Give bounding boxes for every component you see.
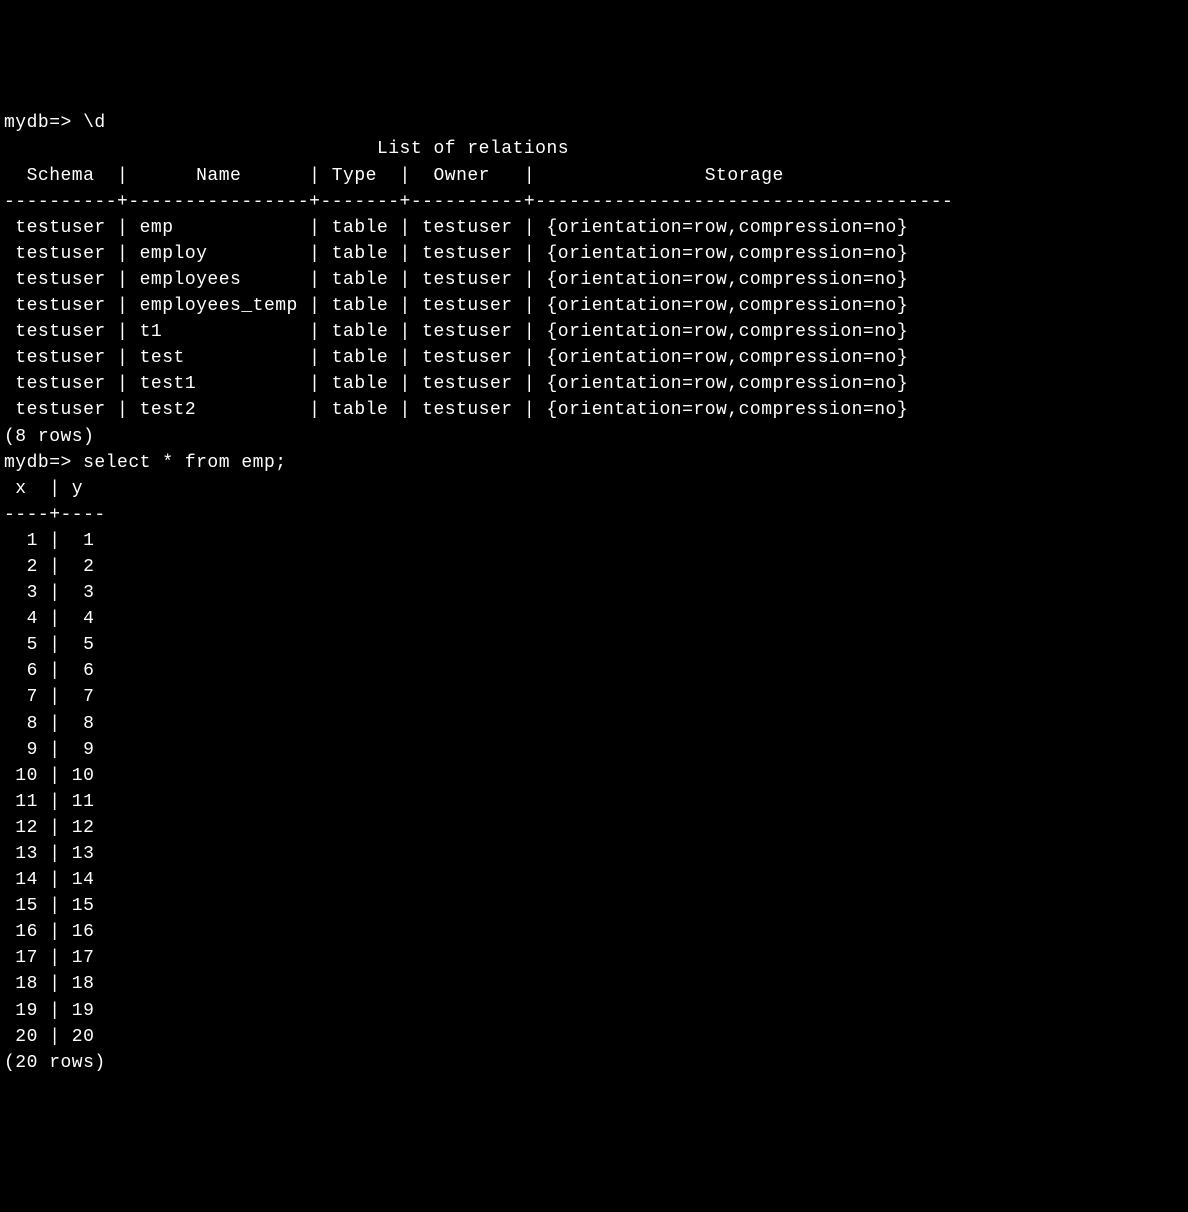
emp-row: 14 | 14 [4, 867, 1184, 893]
emp-row: 4 | 4 [4, 606, 1184, 632]
terminal-output[interactable]: mydb=> \d List of relations Schema | Nam… [4, 110, 1184, 1075]
emp-row: 12 | 12 [4, 815, 1184, 841]
relations-title: List of relations [4, 136, 1184, 162]
relations-row: testuser | employees_temp | table | test… [4, 293, 1184, 319]
emp-sep: ----+---- [4, 502, 1184, 528]
emp-row: 18 | 18 [4, 971, 1184, 997]
emp-row: 6 | 6 [4, 658, 1184, 684]
emp-row: 3 | 3 [4, 580, 1184, 606]
relations-row: testuser | t1 | table | testuser | {orie… [4, 319, 1184, 345]
emp-row: 5 | 5 [4, 632, 1184, 658]
emp-row: 7 | 7 [4, 684, 1184, 710]
relations-row: testuser | test | table | testuser | {or… [4, 345, 1184, 371]
relations-row: testuser | employ | table | testuser | {… [4, 241, 1184, 267]
prompt-line-2[interactable]: mydb=> select * from emp; [4, 450, 1184, 476]
relations-row: testuser | emp | table | testuser | {ori… [4, 215, 1184, 241]
relations-header: Schema | Name | Type | Owner | Storage [4, 163, 1184, 189]
relations-row: testuser | employees | table | testuser … [4, 267, 1184, 293]
prompt-line-1[interactable]: mydb=> \d [4, 110, 1184, 136]
relations-row: testuser | test1 | table | testuser | {o… [4, 371, 1184, 397]
emp-row: 17 | 17 [4, 945, 1184, 971]
relations-row: testuser | test2 | table | testuser | {o… [4, 397, 1184, 423]
emp-row: 8 | 8 [4, 711, 1184, 737]
relations-rowcount: (8 rows) [4, 424, 1184, 450]
emp-rowcount: (20 rows) [4, 1050, 1184, 1076]
emp-row: 1 | 1 [4, 528, 1184, 554]
emp-header: x | y [4, 476, 1184, 502]
relations-sep: ----------+----------------+-------+----… [4, 189, 1184, 215]
emp-row: 15 | 15 [4, 893, 1184, 919]
emp-row: 13 | 13 [4, 841, 1184, 867]
emp-row: 11 | 11 [4, 789, 1184, 815]
emp-row: 9 | 9 [4, 737, 1184, 763]
emp-row: 10 | 10 [4, 763, 1184, 789]
emp-row: 2 | 2 [4, 554, 1184, 580]
emp-row: 19 | 19 [4, 998, 1184, 1024]
emp-row: 16 | 16 [4, 919, 1184, 945]
emp-row: 20 | 20 [4, 1024, 1184, 1050]
